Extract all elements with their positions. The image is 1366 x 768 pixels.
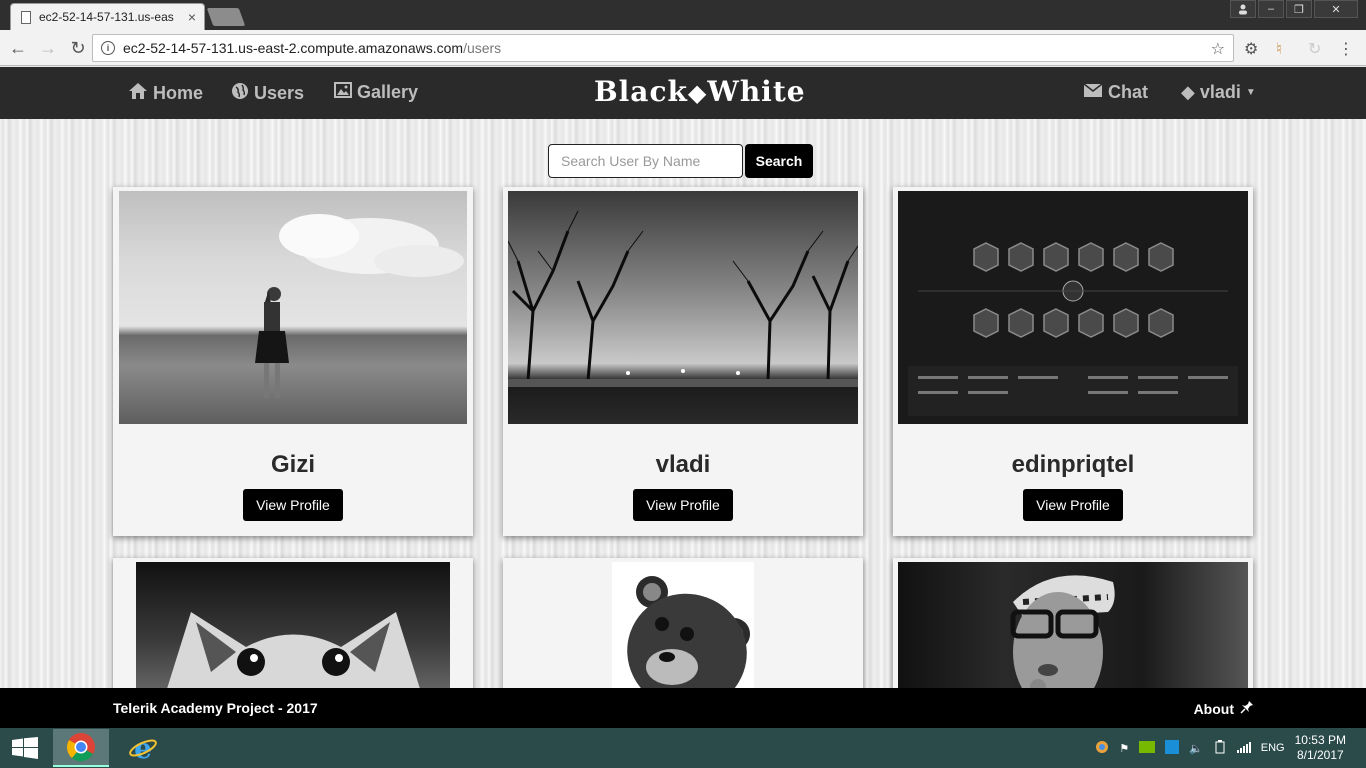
- about-label: About: [1193, 700, 1234, 717]
- chrome-menu-icon[interactable]: ⋮: [1338, 39, 1354, 59]
- user-card: [113, 558, 473, 688]
- document-icon: [21, 10, 31, 24]
- url-path: /users: [463, 40, 502, 56]
- user-photo: [612, 562, 754, 688]
- url-host: ec2-52-14-57-131.us-east-2.compute.amazo…: [123, 40, 464, 56]
- caret-down-icon: ▼: [1245, 87, 1256, 98]
- battery-icon[interactable]: [1213, 739, 1227, 757]
- user-card: vladi View Profile: [503, 187, 863, 536]
- nav-gallery-label: Gallery: [357, 82, 419, 102]
- home-icon: [128, 82, 148, 105]
- nav-users-label: Users: [254, 83, 305, 103]
- footer-credit: Telerik Academy Project - 2017: [113, 700, 318, 716]
- diamond-icon: ◆: [1181, 82, 1195, 102]
- svg-text:e: e: [134, 733, 152, 763]
- back-arrow-icon[interactable]: ←: [4, 38, 32, 59]
- system-clock[interactable]: 10:53 PM 8/1/2017: [1295, 733, 1346, 763]
- close-window-button[interactable]: ✕: [1314, 0, 1358, 18]
- wifi-signal-icon[interactable]: [1236, 741, 1251, 756]
- user-photo: [119, 191, 467, 424]
- info-icon[interactable]: i: [101, 41, 115, 55]
- address-bar[interactable]: i ec2-52-14-57-131.us-east-2.compute.ama…: [92, 34, 1234, 62]
- reload-icon[interactable]: ↻: [64, 38, 92, 59]
- pushpin-icon: [1240, 700, 1254, 717]
- windows-taskbar: e ⚑ 🔈 ENG 10:53 PM 8/1/2017: [0, 728, 1366, 768]
- globe-icon: [231, 82, 249, 105]
- user-card: edinpriqtel View Profile: [893, 187, 1253, 536]
- internet-explorer-icon[interactable]: e: [115, 729, 171, 767]
- browser-tab-strip: ec2-52-14-57-131.us-eas × – ❐ ✕: [0, 0, 1366, 30]
- user-photo: [136, 562, 450, 688]
- nav-user-dropdown[interactable]: ◆ vladi ▼: [1181, 82, 1256, 103]
- user-icon[interactable]: [1230, 0, 1256, 18]
- site-logo[interactable]: Black◆White: [594, 75, 806, 108]
- nav-gallery[interactable]: Gallery: [334, 82, 418, 103]
- extension-icon[interactable]: ♮: [1276, 39, 1282, 59]
- about-link[interactable]: About: [1194, 700, 1254, 717]
- forward-arrow-icon[interactable]: →: [34, 38, 62, 59]
- web-page: Home Users Gallery Black◆White Chat ◆ vl…: [0, 67, 1366, 688]
- user-photo: [898, 191, 1248, 424]
- tab-title: ec2-52-14-57-131.us-eas: [39, 10, 174, 24]
- user-card: [503, 558, 863, 688]
- user-search: Search: [548, 144, 813, 178]
- browser-toolbar: ← → ↻ i ec2-52-14-57-131.us-east-2.compu…: [0, 30, 1366, 66]
- settings-gear-icon[interactable]: ⚙: [1244, 39, 1258, 59]
- user-photo: [508, 191, 858, 424]
- restore-button[interactable]: ❐: [1286, 0, 1312, 18]
- nvidia-icon[interactable]: [1139, 740, 1156, 756]
- nav-user-label: vladi: [1199, 82, 1241, 102]
- nav-home-label: Home: [153, 83, 204, 103]
- nav-chat-label: Chat: [1108, 82, 1148, 102]
- intel-graphics-icon[interactable]: [1165, 739, 1180, 757]
- view-profile-button[interactable]: View Profile: [1023, 489, 1123, 521]
- sync-icon[interactable]: ↻: [1308, 39, 1321, 59]
- search-user-input[interactable]: [548, 144, 743, 178]
- user-name: edinpriqtel: [1011, 451, 1135, 478]
- search-button[interactable]: Search: [745, 144, 813, 178]
- chrome-taskbar-icon[interactable]: [53, 729, 109, 767]
- user-card: Gizi View Profile: [113, 187, 473, 536]
- user-card: [893, 558, 1253, 688]
- site-navbar: Home Users Gallery Black◆White Chat ◆ vl…: [0, 67, 1366, 119]
- nav-chat[interactable]: Chat: [1083, 82, 1148, 103]
- user-photo: [898, 562, 1248, 688]
- new-tab-button[interactable]: [206, 8, 246, 26]
- brand-left: Black: [594, 75, 688, 108]
- language-indicator[interactable]: ENG: [1261, 742, 1285, 754]
- nav-users[interactable]: Users: [231, 82, 304, 105]
- view-profile-button[interactable]: View Profile: [243, 489, 343, 521]
- flag-icon[interactable]: ⚑: [1119, 742, 1129, 755]
- window-controls: – ❐ ✕: [1230, 0, 1358, 18]
- site-footer: Telerik Academy Project - 2017 About: [0, 688, 1366, 728]
- network-globe-icon[interactable]: [1095, 740, 1109, 757]
- picture-icon: [334, 82, 352, 103]
- clock-date: 8/1/2017: [1296, 748, 1344, 762]
- user-name: vladi: [655, 451, 711, 478]
- nav-home[interactable]: Home: [128, 82, 203, 105]
- tab-close-icon[interactable]: ×: [188, 9, 196, 25]
- envelope-icon: [1083, 82, 1103, 103]
- windows-start-icon[interactable]: [12, 737, 38, 759]
- clock-time: 10:53 PM: [1294, 733, 1346, 747]
- speaker-icon[interactable]: 🔈: [1189, 742, 1203, 755]
- user-name: Gizi: [270, 451, 315, 478]
- view-profile-button[interactable]: View Profile: [633, 489, 733, 521]
- bookmark-star-icon[interactable]: ☆: [1211, 39, 1225, 59]
- minimize-button[interactable]: –: [1258, 0, 1284, 18]
- brand-right: White: [707, 75, 806, 108]
- diamond-icon: ◆: [687, 78, 708, 107]
- system-tray: ⚑ 🔈 ENG 10:53 PM 8/1/2017: [1095, 728, 1366, 768]
- browser-tab[interactable]: ec2-52-14-57-131.us-eas ×: [10, 3, 205, 30]
